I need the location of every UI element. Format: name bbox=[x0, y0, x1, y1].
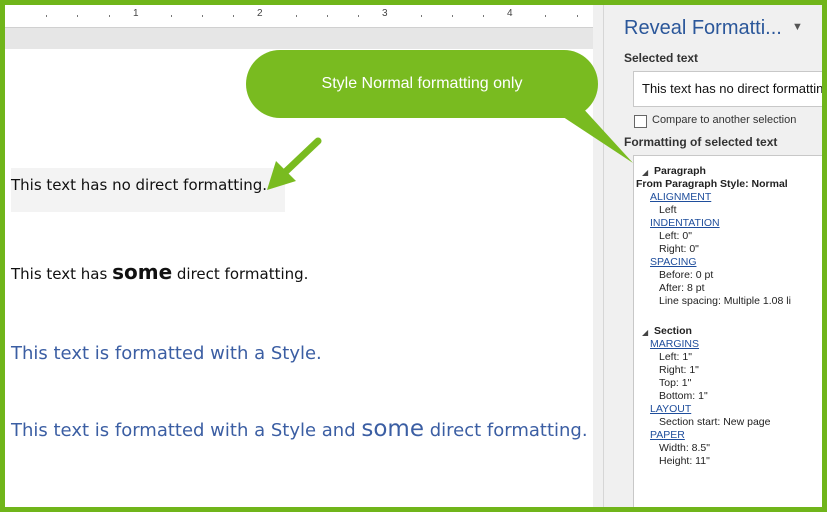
paragraph-text: This text is formatted with a Style. bbox=[11, 343, 322, 364]
paper-width-value: Width: 8.5" bbox=[659, 442, 710, 454]
margins-link[interactable]: MARGINS bbox=[650, 338, 699, 350]
line-spacing-value: Line spacing: Multiple 1.08 li bbox=[659, 295, 791, 307]
ruler-number: 4 bbox=[507, 8, 513, 19]
indent-right-value: Right: 0" bbox=[659, 243, 699, 255]
selected-text-label: Selected text bbox=[624, 51, 699, 65]
section-start-value: Section start: New page bbox=[659, 416, 771, 428]
alignment-link[interactable]: ALIGNMENT bbox=[650, 191, 711, 203]
paper-link[interactable]: PAPER bbox=[650, 429, 685, 441]
paragraph-text-emphasis: some bbox=[112, 260, 173, 284]
callout-bubble: Style Normal formatting only bbox=[246, 50, 598, 118]
ruler-tick bbox=[202, 15, 204, 17]
paragraph-text-emphasis: some bbox=[361, 416, 424, 442]
paragraph-style-and-direct-formatting[interactable]: This text is formatted with a Style and … bbox=[11, 416, 588, 442]
spacing-after-value: After: 8 pt bbox=[659, 282, 705, 294]
ruler-tick bbox=[358, 15, 360, 17]
ruler-number: 3 bbox=[382, 8, 388, 19]
screenshot-frame: 1 2 3 4 This text has no direct formatti… bbox=[0, 0, 827, 512]
paragraph-text-suffix: direct formatting. bbox=[424, 420, 588, 441]
paragraph-header[interactable]: Paragraph bbox=[654, 165, 706, 177]
margin-left-value: Left: 1" bbox=[659, 351, 692, 363]
ruler-tick bbox=[420, 15, 422, 17]
triangle-down-icon[interactable]: ▼ bbox=[792, 21, 803, 33]
layout-link[interactable]: LAYOUT bbox=[650, 403, 691, 415]
formatting-tree: ◢ Paragraph From Paragraph Style: Normal… bbox=[633, 155, 822, 507]
compare-checkbox[interactable] bbox=[634, 115, 647, 128]
paragraph-text-prefix: This text has bbox=[11, 265, 113, 283]
indent-left-value: Left: 0" bbox=[659, 230, 692, 242]
margin-right-value: Right: 1" bbox=[659, 364, 699, 376]
ruler-tick bbox=[327, 15, 328, 17]
ruler-tick bbox=[545, 15, 547, 17]
selected-text-box: This text has no direct formatting. bbox=[633, 71, 827, 107]
selected-text-value: This text has no direct formatting. bbox=[642, 81, 827, 96]
ruler-tick bbox=[451, 15, 453, 17]
ruler-tick bbox=[171, 15, 172, 17]
paragraph-no-formatting[interactable]: This text has no direct formatting. bbox=[11, 176, 267, 194]
alignment-value: Left bbox=[659, 204, 677, 216]
paragraph-style-formatting[interactable]: This text is formatted with a Style. bbox=[11, 343, 322, 364]
ruler-number: 2 bbox=[257, 8, 263, 19]
spacing-before-value: Before: 0 pt bbox=[659, 269, 714, 281]
indentation-link[interactable]: INDENTATION bbox=[650, 217, 720, 229]
ruler-tick bbox=[233, 15, 235, 17]
formatting-label: Formatting of selected text bbox=[624, 135, 778, 149]
paragraph-direct-formatting[interactable]: This text has some direct formatting. bbox=[11, 260, 308, 284]
paragraph-text-suffix: direct formatting. bbox=[172, 265, 309, 283]
section-header[interactable]: Section bbox=[654, 325, 692, 337]
ruler-tick bbox=[46, 15, 48, 17]
margin-bottom-value: Bottom: 1" bbox=[659, 390, 708, 402]
ruler-tick bbox=[108, 15, 110, 17]
reveal-formatting-pane: Reveal Formatti... ▼ Selected text This … bbox=[603, 5, 827, 507]
paragraph-text-prefix: This text is formatted with a Style and bbox=[11, 420, 362, 441]
horizontal-ruler[interactable]: 1 2 3 4 bbox=[5, 5, 598, 28]
collapse-triangle-icon[interactable]: ◢ bbox=[642, 168, 648, 177]
ruler-tick bbox=[295, 15, 297, 17]
collapse-triangle-icon[interactable]: ◢ bbox=[642, 328, 648, 337]
paper-height-value: Height: 11" bbox=[659, 455, 710, 467]
ruler-number: 1 bbox=[133, 8, 139, 19]
ruler-tick bbox=[77, 15, 79, 17]
ruler-tick bbox=[483, 15, 484, 17]
compare-checkbox-label[interactable]: Compare to another selection bbox=[652, 114, 796, 126]
paragraph-text: This text has no direct formatting. bbox=[11, 176, 268, 194]
spacing-link[interactable]: SPACING bbox=[650, 256, 696, 268]
callout-text: Style Normal formatting only bbox=[321, 75, 523, 92]
margin-top-value: Top: 1" bbox=[659, 377, 692, 389]
ruler-tick bbox=[576, 15, 578, 17]
pane-title: Reveal Formatti... bbox=[624, 17, 782, 39]
paragraph-style-line: From Paragraph Style: Normal bbox=[636, 178, 788, 190]
